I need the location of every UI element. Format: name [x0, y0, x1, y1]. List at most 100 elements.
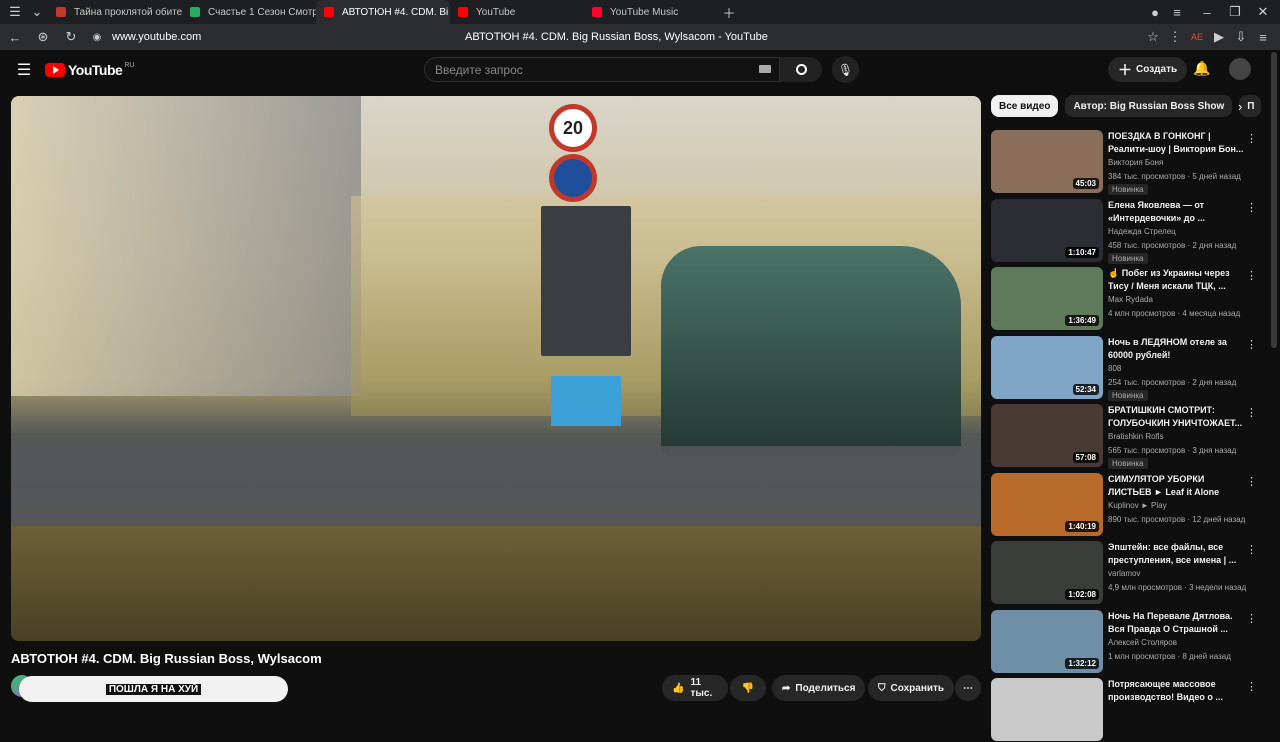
filter-chips: Все видео Автор: Big Russian Boss Show П	[991, 95, 1262, 117]
region-label: RU	[124, 61, 135, 69]
media-icon[interactable]: ▶	[1208, 26, 1230, 48]
create-button[interactable]: ＋ Создать	[1108, 57, 1188, 82]
video-title[interactable]: ☝ Побег из Украины через Тису / Меня иск…	[1108, 267, 1246, 293]
more-options-icon[interactable]: ⋮	[1246, 475, 1257, 488]
save-button[interactable]: ⛉ Сохранить	[868, 675, 955, 701]
restore-icon[interactable]: ❐	[1224, 1, 1246, 23]
reload-icon[interactable]: ↻	[60, 26, 82, 48]
browser-menu-icon[interactable]: ☰	[4, 1, 26, 23]
tab-label: Счастье 1 Сезон Смотре	[208, 6, 316, 18]
menu-icon[interactable]: ≡	[1252, 26, 1274, 48]
save-icon: ⛉	[878, 682, 886, 694]
new-tab-icon[interactable]: ＋	[718, 1, 740, 23]
no-stopping-sign	[549, 154, 597, 202]
recommendation-item[interactable]: 1:32:12 Ночь На Перевале Дятлова. Вся Пра…	[991, 609, 1261, 674]
youtube-logo[interactable]: YouTube RU	[45, 62, 134, 78]
thumbs-up-icon: 👍	[672, 682, 685, 694]
more-icon[interactable]: ⋮	[1164, 26, 1186, 48]
minimize-icon[interactable]: –	[1196, 1, 1218, 23]
video-title[interactable]: БРАТИШКИН СМОТРИТ: ГОЛУБОЧКИН УНИЧТОЖАЕТ…	[1108, 404, 1246, 430]
dislike-button[interactable]: 👎	[730, 675, 766, 701]
page-title: АВТОТЮН #4. CDM. Big Russian Boss, Wylsa…	[465, 31, 768, 43]
downloads-icon[interactable]: ⇩	[1230, 26, 1252, 48]
video-thumbnail[interactable]: 52:34	[991, 335, 1103, 399]
chip-author[interactable]: Автор: Big Russian Boss Show	[1065, 95, 1233, 117]
chip-more[interactable]: П	[1239, 95, 1262, 117]
recommendation-item[interactable]: 1:40:19 СИМУЛЯТОР УБОРКИ ЛИСТЬЕВ ► Leaf i…	[991, 472, 1261, 537]
bookmarks-icon[interactable]: ≡	[1166, 1, 1188, 23]
bookmark-icon[interactable]: ☆	[1142, 26, 1164, 48]
save-label: Сохранить	[890, 682, 945, 694]
browser-tab[interactable]: Счастье 1 Сезон Смотре	[182, 0, 316, 24]
more-options-icon[interactable]: ⋮	[1246, 132, 1257, 145]
new-badge: Новинка	[1108, 458, 1148, 469]
chip-all[interactable]: Все видео	[991, 95, 1059, 117]
video-player[interactable]: 20	[11, 96, 981, 641]
video-title[interactable]: СИМУЛЯТОР УБОРКИ ЛИСТЬЕВ ► Leaf it Alone	[1108, 473, 1246, 499]
more-actions-button[interactable]: ⋯	[955, 675, 981, 701]
browser-tab[interactable]: YouTube	[450, 0, 584, 24]
video-title[interactable]: Ночь На Перевале Дятлова. Вся Правда О С…	[1108, 610, 1246, 636]
browser-tab[interactable]: Тайна проклятой обител	[48, 0, 182, 24]
more-options-icon[interactable]: ⋮	[1246, 406, 1257, 419]
voice-search-button[interactable]: 🎙	[832, 56, 859, 83]
more-options-icon[interactable]: ⋮	[1246, 680, 1257, 693]
channel-name: 808	[1108, 363, 1122, 373]
recommendation-item[interactable]: Потрясающее массовое производство! Видео…	[991, 678, 1261, 742]
video-thumbnail[interactable]: 1:36:49	[991, 267, 1103, 330]
tab-favicon-icon	[324, 7, 334, 17]
video-thumbnail[interactable]: 1:40:19	[991, 472, 1103, 536]
search-button[interactable]	[780, 57, 822, 82]
browser-tab[interactable]: YouTube Music	[584, 0, 718, 24]
grass-foreground	[11, 526, 981, 641]
video-title[interactable]: ПОЕЗДКА В ГОНКОНГ | Реалити-шоу | Виктор…	[1108, 130, 1246, 156]
back-icon[interactable]: ←	[4, 26, 26, 48]
profile-icon[interactable]: ●	[1144, 1, 1166, 23]
recommendation-item[interactable]: 1:02:08 Эпштейн: все файлы, все преступле…	[991, 541, 1261, 605]
more-options-icon[interactable]: ⋮	[1246, 612, 1257, 625]
video-title[interactable]: Ночь в ЛЕДЯНОМ отеле за 60000 рублей!	[1108, 336, 1246, 362]
site-info-icon[interactable]: ◉	[86, 26, 108, 48]
keyboard-icon[interactable]	[759, 65, 771, 73]
video-thumbnail[interactable]	[991, 678, 1103, 741]
video-thumbnail[interactable]: 1:32:12	[991, 609, 1103, 673]
recommendation-item[interactable]: 1:36:49 ☝ Побег из Украины через Тису / М…	[991, 267, 1261, 331]
recommendation-item[interactable]: 45:03 ПОЕЗДКА В ГОНКОНГ | Реалити-шоу | В…	[991, 130, 1261, 195]
scrollbar[interactable]	[1271, 52, 1277, 348]
video-thumbnail[interactable]: 1:02:08	[991, 541, 1103, 604]
url-text[interactable]: www.youtube.com	[112, 31, 201, 43]
recommendation-item[interactable]: 1:10:47 Елена Яковлева — от «Интердевочки…	[991, 198, 1261, 264]
video-thumbnail[interactable]: 57:08	[991, 404, 1103, 467]
hamburger-icon[interactable]: ☰	[13, 59, 35, 81]
plus-icon: ＋	[1118, 61, 1132, 78]
video-title[interactable]: Потрясающее массовое производство! Видео…	[1108, 678, 1246, 704]
extension-icon[interactable]: AE	[1186, 26, 1208, 48]
microphone-icon: 🎙	[837, 62, 854, 77]
video-title[interactable]: Эпштейн: все файлы, все преступления, вс…	[1108, 541, 1246, 567]
like-button[interactable]: 👍 11 тыс.	[662, 675, 728, 701]
sign-pole	[551, 376, 621, 426]
more-options-icon[interactable]: ⋮	[1246, 543, 1257, 556]
avatar[interactable]	[1229, 58, 1251, 80]
more-options-icon[interactable]: ⋮	[1246, 338, 1257, 351]
like-count: 11 тыс.	[690, 677, 713, 699]
video-thumbnail[interactable]: 45:03	[991, 130, 1103, 193]
duration-badge: 1:10:47	[1065, 246, 1099, 258]
yandex-icon[interactable]: ⊛	[32, 26, 54, 48]
share-button[interactable]: ➦ Поделиться	[772, 675, 866, 701]
recommendation-item[interactable]: 52:34 Ночь в ЛЕДЯНОМ отеле за 60000 рубле…	[991, 335, 1261, 401]
create-label: Создать	[1136, 64, 1178, 75]
overlay-banner: ПОШЛА Я НА ХУЙ	[19, 676, 288, 702]
more-options-icon[interactable]: ⋮	[1246, 201, 1257, 214]
recommendation-item[interactable]: 57:08 БРАТИШКИН СМОТРИТ: ГОЛУБОЧКИН УНИЧТ…	[991, 404, 1261, 469]
video-meta: 4,9 млн просмотров · 3 недели назад	[1108, 583, 1247, 592]
tabs-dropdown-icon[interactable]: ⌄	[26, 1, 48, 23]
notifications-bell-icon[interactable]: 🔔	[1193, 60, 1210, 77]
browser-tab[interactable]: АВТОТЮН #4. CDM. Bi	[316, 0, 450, 24]
video-thumbnail[interactable]: 1:10:47	[991, 198, 1103, 262]
close-window-icon[interactable]: ✕	[1252, 1, 1274, 23]
more-options-icon[interactable]: ⋮	[1246, 269, 1257, 282]
video-title[interactable]: Елена Яковлева — от «Интердевочки» до ..…	[1108, 199, 1246, 225]
search-input[interactable]: Введите запрос	[424, 57, 780, 82]
chips-next-icon[interactable]: ›	[1238, 99, 1242, 114]
